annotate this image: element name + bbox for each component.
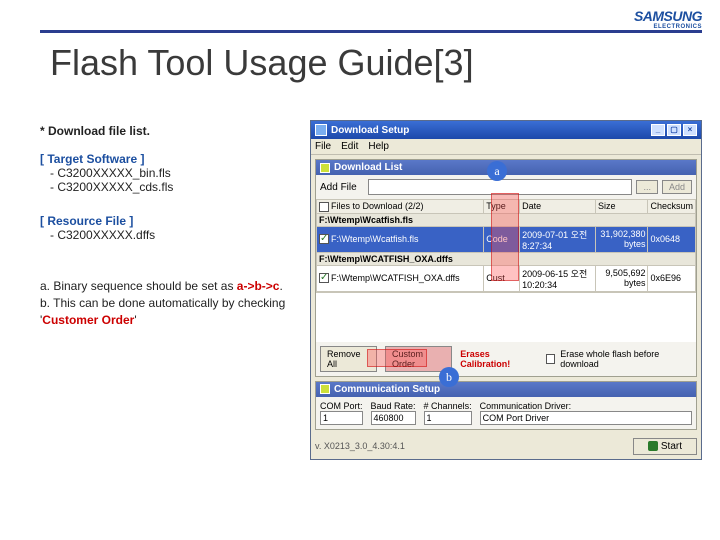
table-row[interactable]: F:\Wtemp\WCATFISH_OXA.dffs Cust 2009-06-… bbox=[317, 265, 696, 291]
close-button[interactable]: × bbox=[683, 124, 697, 136]
page-title: Flash Tool Usage Guide[3] bbox=[50, 42, 474, 84]
add-file-row: Add File ... Add bbox=[316, 175, 696, 199]
maximize-button[interactable]: ▢ bbox=[667, 124, 681, 136]
communication-setup-header: Communication Setup bbox=[316, 382, 696, 397]
play-icon bbox=[648, 441, 658, 451]
erase-whole-flash-checkbox[interactable]: Erase whole flash before download bbox=[546, 349, 692, 369]
checkbox-icon[interactable] bbox=[319, 202, 329, 212]
channels-field: # Channels: 1 bbox=[424, 401, 472, 425]
version-label: v. X0213_3.0_4.30:4.1 bbox=[315, 441, 405, 451]
col-date[interactable]: Date bbox=[520, 200, 596, 214]
download-icon bbox=[320, 163, 330, 173]
table-empty-area bbox=[316, 292, 696, 342]
col-file[interactable]: Files to Download (2/2) bbox=[317, 200, 484, 214]
col-checksum[interactable]: Checksum bbox=[648, 200, 696, 214]
notes-block: a. Binary sequence should be set as a->b… bbox=[40, 278, 300, 328]
download-list-footer: Remove All Custom Order Erases Calibrati… bbox=[316, 342, 696, 376]
checkbox-icon bbox=[546, 354, 556, 364]
add-file-input[interactable] bbox=[368, 179, 632, 195]
custom-order-button[interactable]: Custom Order bbox=[385, 346, 452, 372]
table-row: F:\Wtemp\WCATFISH_OXA.dffs bbox=[317, 252, 696, 265]
menu-edit[interactable]: Edit bbox=[341, 141, 358, 152]
comm-icon bbox=[320, 384, 330, 394]
left-column: * Download file list. [ Target Software … bbox=[40, 124, 300, 328]
download-list-panel: Download List Add File ... Add Files to … bbox=[315, 159, 697, 377]
target-item: - C3200XXXXX_cds.fls bbox=[50, 180, 300, 194]
baud-rate-select[interactable]: 460800 bbox=[371, 411, 416, 425]
checkbox-icon[interactable] bbox=[319, 234, 329, 244]
target-software-label: [ Target Software ] bbox=[40, 152, 300, 166]
channels-select[interactable]: 1 bbox=[424, 411, 472, 425]
com-port-field: COM Port: 1 bbox=[320, 401, 363, 425]
remove-all-button[interactable]: Remove All bbox=[320, 346, 377, 372]
menu-file[interactable]: File bbox=[315, 141, 331, 152]
files-table: Files to Download (2/2) Type Date Size C… bbox=[316, 199, 696, 292]
menu-help[interactable]: Help bbox=[368, 141, 389, 152]
communication-setup-panel: Communication Setup COM Port: 1 Baud Rat… bbox=[315, 381, 697, 430]
minimize-button[interactable]: _ bbox=[651, 124, 665, 136]
menubar: File Edit Help bbox=[311, 139, 701, 155]
col-size[interactable]: Size bbox=[595, 200, 648, 214]
callout-a: a bbox=[487, 161, 507, 181]
window-footer: v. X0213_3.0_4.30:4.1 Start bbox=[311, 434, 701, 459]
target-item: - C3200XXXXX_bin.fls bbox=[50, 166, 300, 180]
brand-logo: SAMSUNG ELECTRONICS bbox=[634, 8, 702, 30]
callout-b: b bbox=[439, 367, 459, 387]
driver-field: Communication Driver: COM Port Driver bbox=[480, 401, 692, 425]
table-row: F:\Wtemp\Wcatfish.fls bbox=[317, 213, 696, 226]
driver-select[interactable]: COM Port Driver bbox=[480, 411, 692, 425]
note-b: b. This can be done automatically by che… bbox=[40, 295, 300, 329]
table-row[interactable]: F:\Wtemp\Wcatfish.fls Code 2009-07-01 오전… bbox=[317, 226, 696, 252]
header-rule bbox=[40, 30, 702, 33]
browse-button[interactable]: ... bbox=[636, 180, 658, 194]
add-button[interactable]: Add bbox=[662, 180, 692, 194]
resource-file-label: [ Resource File ] bbox=[40, 214, 300, 228]
app-icon bbox=[315, 124, 327, 136]
baud-rate-field: Baud Rate: 460800 bbox=[371, 401, 416, 425]
download-setup-window: Download Setup _ ▢ × File Edit Help Down… bbox=[310, 120, 702, 460]
checkbox-icon[interactable] bbox=[319, 273, 329, 283]
titlebar[interactable]: Download Setup _ ▢ × bbox=[311, 121, 701, 139]
start-button[interactable]: Start bbox=[633, 438, 697, 455]
note-a: a. Binary sequence should be set as a->b… bbox=[40, 278, 300, 295]
brand-text: SAMSUNG bbox=[634, 8, 702, 24]
com-port-select[interactable]: 1 bbox=[320, 411, 363, 425]
erases-calibration-warning: Erases Calibration! bbox=[460, 349, 537, 369]
window-title: Download Setup bbox=[331, 125, 409, 136]
resource-item: - C3200XXXXX.dffs bbox=[50, 228, 300, 242]
add-file-label: Add File bbox=[320, 182, 364, 193]
col-type[interactable]: Type bbox=[484, 200, 520, 214]
left-header: * Download file list. bbox=[40, 124, 300, 138]
